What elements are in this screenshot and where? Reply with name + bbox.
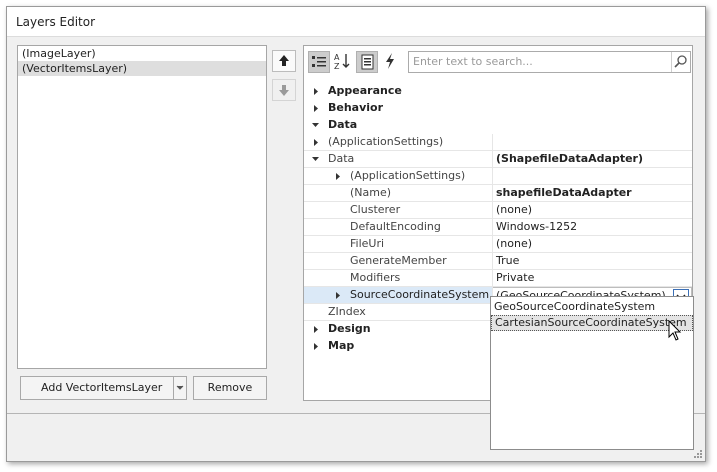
property-value[interactable]: Private	[496, 270, 534, 286]
alphabetical-icon: A Z	[334, 53, 350, 71]
category-label: Behavior	[328, 101, 384, 114]
expand-icon[interactable]	[310, 100, 322, 117]
property-name: ZIndex	[328, 305, 366, 318]
expand-icon[interactable]	[310, 321, 322, 338]
category-data[interactable]: Data	[304, 117, 692, 134]
collapse-icon[interactable]	[309, 151, 321, 168]
alphabetical-button[interactable]: A Z	[332, 51, 354, 73]
property-value[interactable]: (ShapefileDataAdapter)	[496, 151, 643, 167]
layer-item-image[interactable]: (ImageLayer)	[18, 46, 266, 61]
add-vector-items-layer-button[interactable]: Add VectorItemsLayer	[20, 376, 174, 400]
dropdown-option-cartesian[interactable]: CartesianSourceCoordinateSystem	[491, 315, 693, 331]
property-row-file-uri[interactable]: FileUri (none)	[304, 236, 692, 253]
property-grid-toolbar: A Z Enter text to search...	[304, 46, 692, 78]
lightning-icon	[386, 53, 394, 69]
property-name: (Name)	[350, 186, 392, 199]
remove-button[interactable]: Remove	[193, 376, 267, 400]
category-behavior[interactable]: Behavior	[304, 100, 692, 117]
arrow-up-icon	[279, 55, 289, 66]
category-label: Design	[328, 322, 371, 335]
category-label: Map	[328, 339, 355, 352]
svg-text:Z: Z	[334, 62, 340, 71]
property-row-data[interactable]: Data (ShapefileDataAdapter)	[304, 151, 692, 168]
mouse-cursor-icon	[668, 320, 682, 341]
property-row-name[interactable]: (Name) shapefileDataAdapter	[304, 185, 692, 202]
property-row-modifiers[interactable]: Modifiers Private	[304, 270, 692, 287]
expand-icon[interactable]	[332, 287, 344, 304]
property-name: Data	[328, 152, 355, 165]
property-value[interactable]: True	[496, 253, 519, 269]
category-label: Appearance	[328, 84, 402, 97]
expand-icon[interactable]	[310, 134, 322, 151]
resize-grip-icon[interactable]	[693, 449, 703, 459]
layer-item-vector-items[interactable]: (VectorItemsLayer)	[18, 61, 266, 76]
move-down-button[interactable]	[272, 79, 296, 101]
property-name: FileUri	[350, 237, 385, 250]
expand-icon[interactable]	[310, 338, 322, 355]
categorized-icon	[312, 56, 326, 67]
collapse-icon[interactable]	[309, 117, 321, 134]
search-box[interactable]: Enter text to search...	[408, 51, 691, 73]
property-value[interactable]: (none)	[496, 236, 532, 252]
move-up-button[interactable]	[272, 50, 296, 72]
category-label: Data	[328, 118, 358, 131]
expand-icon[interactable]	[310, 83, 322, 100]
properties-icon	[361, 54, 374, 70]
categorized-button[interactable]	[308, 51, 330, 73]
property-name: (ApplicationSettings)	[350, 169, 466, 182]
property-name: Clusterer	[350, 203, 401, 216]
search-icon	[674, 55, 687, 68]
property-value[interactable]: shapefileDataAdapter	[496, 185, 632, 201]
search-button[interactable]	[671, 52, 690, 72]
property-row-generate-member[interactable]: GenerateMember True	[304, 253, 692, 270]
property-name: (ApplicationSettings)	[328, 135, 444, 148]
property-name: GenerateMember	[350, 254, 447, 267]
expand-icon[interactable]	[332, 168, 344, 185]
category-appearance[interactable]: Appearance	[304, 83, 692, 100]
property-row-application-settings[interactable]: (ApplicationSettings)	[304, 134, 692, 151]
add-layer-label: Add VectorItemsLayer	[41, 381, 163, 394]
add-layer-dropdown-button[interactable]	[173, 376, 187, 400]
property-row-clusterer[interactable]: Clusterer (none)	[304, 202, 692, 219]
property-name: DefaultEncoding	[350, 220, 441, 233]
property-row-sub-application-settings[interactable]: (ApplicationSettings)	[304, 168, 692, 185]
remove-label: Remove	[207, 381, 253, 394]
events-button[interactable]	[380, 51, 402, 73]
arrow-down-icon	[279, 85, 289, 96]
property-value[interactable]: Windows-1252	[496, 219, 577, 235]
coordinate-system-dropdown[interactable]: GeoSourceCoordinateSystem CartesianSourc…	[490, 296, 694, 450]
search-placeholder: Enter text to search...	[413, 55, 533, 68]
property-value[interactable]: (none)	[496, 202, 532, 218]
svg-text:A: A	[334, 53, 340, 62]
chevron-down-icon	[176, 385, 184, 390]
title-bar: Layers Editor	[7, 7, 705, 37]
property-name: SourceCoordinateSystem	[350, 288, 490, 301]
property-name: Modifiers	[350, 271, 401, 284]
dropdown-option-geo[interactable]: GeoSourceCoordinateSystem	[491, 299, 693, 315]
property-row-default-encoding[interactable]: DefaultEncoding Windows-1252	[304, 219, 692, 236]
layers-list[interactable]: (ImageLayer) (VectorItemsLayer)	[17, 45, 267, 369]
window-title: Layers Editor	[16, 15, 96, 29]
properties-button[interactable]	[356, 51, 378, 73]
